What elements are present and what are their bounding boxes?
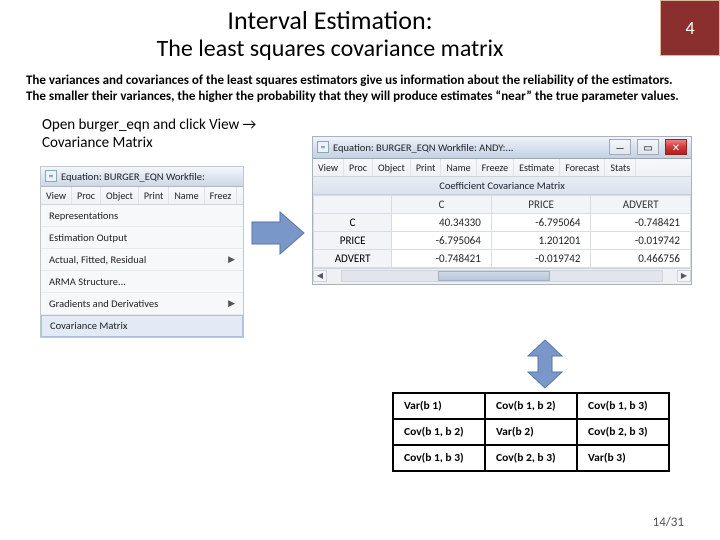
- table-row: PRICE -6.795064 1.201201 -0.019742: [314, 231, 691, 249]
- row-c: C: [314, 213, 392, 231]
- slide-number-badge: 4: [660, 0, 720, 56]
- varcov-cell: Var(b 2): [485, 419, 577, 445]
- table-row-header: C PRICE ADVERT: [314, 195, 691, 213]
- view-menu: Representations Estimation Output Actual…: [41, 205, 243, 337]
- cov-cell: -0.019742: [491, 249, 591, 267]
- window-title-right: Equation: BURGER_EQN Workfile: ANDY:...: [333, 141, 603, 154]
- scrollbar-thumb[interactable]: [438, 271, 550, 281]
- menu-gradients-derivatives[interactable]: Gradients and Derivatives ▶: [41, 293, 243, 315]
- cov-cell: -0.748421: [591, 213, 691, 231]
- varcov-cell: Cov(b 1, b 3): [393, 445, 485, 471]
- table-row: C 40.34330 -6.795064 -0.748421: [314, 213, 691, 231]
- varcov-cell: Cov(b 2, b 3): [577, 419, 669, 445]
- varcov-cell: Cov(b 1, b 3): [577, 393, 669, 419]
- covariance-matrix-table: C PRICE ADVERT C 40.34330 -6.795064 -0.7…: [313, 195, 691, 268]
- title-sub: The least squares covariance matrix: [0, 34, 660, 63]
- cov-cell: -6.795064: [491, 213, 591, 231]
- cov-cell: -6.795064: [392, 231, 492, 249]
- toolbar-print[interactable]: Print: [139, 187, 169, 204]
- toolbar-name[interactable]: Name: [169, 187, 204, 204]
- matrix-title: Coefficient Covariance Matrix: [313, 177, 691, 195]
- varcov-cell: Cov(b 1, b 2): [393, 419, 485, 445]
- eviews-covariance-window: = Equation: BURGER_EQN Workfile: ANDY:..…: [312, 136, 692, 285]
- menu-label: Actual, Fitted, Residual: [49, 253, 146, 266]
- row-advert: ADVERT: [314, 249, 392, 267]
- window-icon: =: [45, 170, 57, 182]
- cov-cell: -0.748421: [392, 249, 492, 267]
- close-button[interactable]: ✕: [665, 139, 687, 155]
- toolbar-freeze[interactable]: Freeze: [477, 159, 515, 176]
- varcov-cell: Cov(b 2, b 3): [485, 445, 577, 471]
- table-row: ADVERT -0.748421 -0.019742 0.466756: [314, 249, 691, 267]
- chevron-right-icon: ▶: [228, 298, 235, 309]
- varcov-cell: Cov(b 1, b 2): [485, 393, 577, 419]
- scroll-left-icon[interactable]: ◀: [313, 270, 327, 282]
- slide-header: Interval Estimation: The least squares c…: [0, 0, 720, 63]
- table-row: Cov(b 1, b 2) Var(b 2) Cov(b 2, b 3): [393, 419, 669, 445]
- toolbar-freeze[interactable]: Freez: [205, 187, 238, 204]
- menu-estimation-output[interactable]: Estimation Output: [41, 227, 243, 249]
- arrow-updown-icon: [522, 338, 568, 390]
- page-number: 14/31: [653, 515, 684, 530]
- th-blank: [314, 195, 392, 213]
- menu-actual-fitted-residual[interactable]: Actual, Fitted, Residual ▶: [41, 249, 243, 271]
- scrollbar-track[interactable]: [341, 270, 663, 282]
- arrow-right-icon: [250, 210, 306, 256]
- th-c: C: [392, 195, 492, 213]
- minimize-button[interactable]: —: [609, 139, 631, 155]
- toolbar-name[interactable]: Name: [441, 159, 476, 176]
- varcov-cell: Var(b 3): [577, 445, 669, 471]
- toolbar-view[interactable]: View: [313, 159, 344, 176]
- toolbar-print[interactable]: Print: [411, 159, 441, 176]
- menu-label: ARMA Structure...: [49, 275, 126, 288]
- title-main: Interval Estimation:: [0, 4, 660, 36]
- toolbar-estimate[interactable]: Estimate: [514, 159, 560, 176]
- window-titlebar-right: = Equation: BURGER_EQN Workfile: ANDY:..…: [313, 137, 691, 159]
- cov-cell: 1.201201: [491, 231, 591, 249]
- menu-label: Estimation Output: [49, 231, 127, 244]
- toolbar-forecast[interactable]: Forecast: [560, 159, 605, 176]
- window-titlebar-left: = Equation: BURGER_EQN Workfile:: [41, 167, 243, 187]
- body-paragraph: The variances and covariances of the lea…: [0, 63, 720, 106]
- menu-representations[interactable]: Representations: [41, 205, 243, 227]
- varcov-cell: Var(b 1): [393, 393, 485, 419]
- horizontal-scrollbar[interactable]: ◀ ▶: [313, 268, 691, 284]
- cov-cell: 40.34330: [392, 213, 492, 231]
- cov-cell: 0.466756: [591, 249, 691, 267]
- varcov-symbolic-table: Var(b 1) Cov(b 1, b 2) Cov(b 1, b 3) Cov…: [392, 392, 670, 472]
- toolbar-proc[interactable]: Proc: [344, 159, 373, 176]
- slide-number: 4: [685, 17, 694, 39]
- menu-arma-structure[interactable]: ARMA Structure...: [41, 271, 243, 293]
- table-row: Var(b 1) Cov(b 1, b 2) Cov(b 1, b 3): [393, 393, 669, 419]
- title-block: Interval Estimation: The least squares c…: [0, 0, 660, 63]
- content-area: Open burger_eqn and click View → Covaria…: [0, 106, 720, 436]
- eviews-view-menu-window: = Equation: BURGER_EQN Workfile: View Pr…: [40, 166, 244, 338]
- window-title-left: Equation: BURGER_EQN Workfile:: [61, 170, 205, 183]
- menu-label: Covariance Matrix: [50, 319, 127, 332]
- toolbar-object[interactable]: Object: [373, 159, 411, 176]
- row-price: PRICE: [314, 231, 392, 249]
- toolbar-view[interactable]: View: [41, 187, 72, 204]
- menu-label: Gradients and Derivatives: [49, 297, 158, 310]
- table-row: Cov(b 1, b 3) Cov(b 2, b 3) Var(b 3): [393, 445, 669, 471]
- menu-label: Representations: [49, 209, 118, 222]
- cov-cell: -0.019742: [591, 231, 691, 249]
- toolbar-right: View Proc Object Print Name Freeze Estim…: [313, 159, 691, 177]
- toolbar-stats[interactable]: Stats: [605, 159, 636, 176]
- toolbar-object[interactable]: Object: [101, 187, 139, 204]
- window-icon: =: [317, 141, 329, 153]
- toolbar-left: View Proc Object Print Name Freez: [41, 187, 243, 205]
- maximize-button[interactable]: ▭: [637, 139, 659, 155]
- toolbar-proc[interactable]: Proc: [72, 187, 101, 204]
- scroll-right-icon[interactable]: ▶: [677, 270, 691, 282]
- instruction-text: Open burger_eqn and click View → Covaria…: [0, 106, 310, 160]
- th-advert: ADVERT: [591, 195, 691, 213]
- chevron-right-icon: ▶: [228, 254, 235, 265]
- menu-covariance-matrix[interactable]: Covariance Matrix: [41, 315, 243, 337]
- th-price: PRICE: [491, 195, 591, 213]
